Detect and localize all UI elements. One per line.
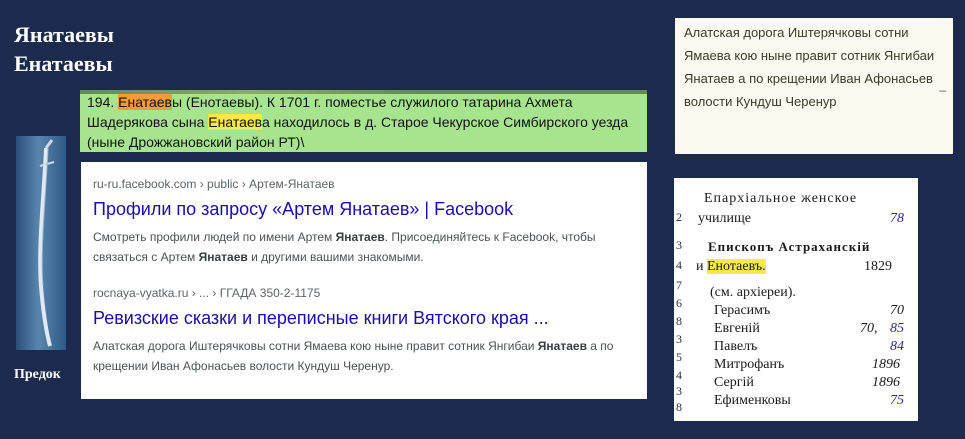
index-page-number: 70 [890,303,904,318]
search-results: ru-ru.facebook.com › public › Артем-Янат… [81,162,647,399]
index-page-number: 1829 [864,259,892,274]
index-row: Сергій [714,375,754,390]
index-page-number[interactable]: 78 [890,210,904,227]
note-mark: – [939,83,946,97]
note-text: Алатская дорога Иштерячковы сотни Ямаева… [684,25,935,109]
index-row: (см. архіереи). [710,285,796,300]
index-row: Ефименковы [714,393,791,408]
highlight-name-3: Енотаевъ. [707,259,766,274]
margin-mark: 6 [676,296,682,310]
margin-mark: 8 [676,400,682,414]
result-snippet: Смотреть профили людей по имени Артем Ян… [93,230,596,264]
index-page-ref: 70, [860,321,878,336]
result-snippet: Алатская дорога Иштерячковы сотни Ямаева… [93,339,614,373]
result-title-link[interactable]: Профили по запросу «Артем Янатаев» | Fac… [93,197,647,221]
index-row: Герасимъ [714,303,771,318]
margin-mark: 5 [676,350,682,364]
index-row: Евгеній [714,321,760,336]
search-result: rocnaya-vyatka.ru › ... › ГГАДА 350-2-11… [93,285,647,376]
excerpt-card: 194. Енатаевы (Енотаевы). К 1701 г. поме… [80,90,647,152]
margin-mark: 2 [676,210,682,224]
result-url[interactable]: ru-ru.facebook.com › public › Артем-Янат… [93,176,647,192]
highlight-name-2: Енатаев [208,114,262,130]
torn-edge [80,90,647,94]
note-card: Алатская дорога Иштерячковы сотни Ямаева… [675,18,953,154]
book-index-scan: Епархіальное женское училище 78 Епископъ… [674,178,918,421]
highlight-name-1: Енатаев [118,94,172,110]
title-line-1: Янатаевы [14,22,114,47]
search-result: ru-ru.facebook.com › public › Артем-Янат… [93,176,647,267]
margin-mark: 3 [676,238,682,252]
index-row: Епархіальное женское [704,191,858,206]
margin-mark: 4 [676,258,682,272]
title-line-2: Енатаевы [14,51,113,76]
result-title-link[interactable]: Ревизские сказки и переписные книги Вятс… [93,306,647,330]
margin-mark: 3 [676,332,682,346]
index-row: Павелъ [714,339,758,354]
margin-mark: 7 [676,278,682,292]
index-page-number[interactable]: 75 [890,392,904,409]
margin-mark: 8 [676,314,682,328]
index-row: училище [698,211,752,226]
portrait-caption: Предок [14,367,61,382]
page-title: Янатаевы Енатаевы [14,20,114,78]
ancestor-portrait [16,136,66,350]
margin-mark: 3 [676,384,682,398]
result-url[interactable]: rocnaya-vyatka.ru › ... › ГГАДА 350-2-11… [93,285,647,301]
index-row: Епископъ Астраханскій [708,239,871,254]
index-row: и Енотаевъ. [696,259,766,274]
index-page-number[interactable]: 85 [890,320,904,337]
sword-image [38,139,55,347]
excerpt-text: 194. Енатаевы (Енотаевы). К 1701 г. поме… [87,94,629,150]
margin-mark: 4 [676,368,682,382]
index-page-number: 1896 [872,375,900,390]
index-page-number[interactable]: 84 [890,338,904,355]
index-page-number: 1896 [872,357,900,372]
index-row: Митрофанъ [714,357,785,372]
